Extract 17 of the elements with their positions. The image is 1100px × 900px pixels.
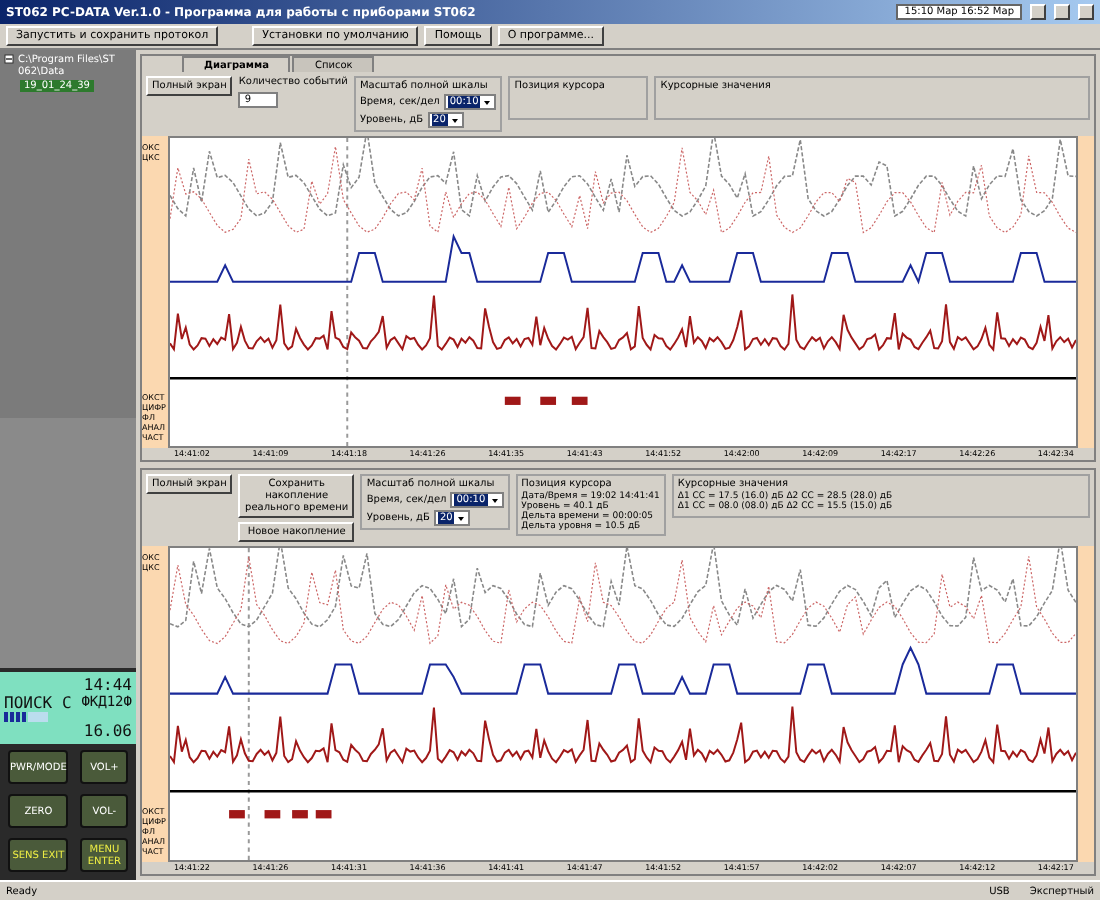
event-mark xyxy=(229,810,245,819)
dropdown-icon[interactable] xyxy=(489,495,500,505)
cursor-line[interactable] xyxy=(346,138,349,446)
cursor-line[interactable] xyxy=(247,548,250,860)
close-button[interactable] xyxy=(1078,4,1094,20)
dropdown-icon[interactable] xyxy=(449,115,460,125)
collapse-icon[interactable] xyxy=(4,54,14,64)
maximize-button[interactable] xyxy=(1054,4,1070,20)
minimize-button[interactable] xyxy=(1030,4,1046,20)
screen-text: 14:44 xyxy=(83,676,132,694)
event-mark xyxy=(504,396,521,405)
screen-text: 16.06 xyxy=(83,722,132,740)
level-meter xyxy=(4,712,48,722)
screen-text: ПОИСК xyxy=(4,694,53,712)
screen-text: С xyxy=(61,694,72,712)
dropdown-icon[interactable] xyxy=(482,97,493,107)
dropdown-icon[interactable] xyxy=(456,513,467,523)
